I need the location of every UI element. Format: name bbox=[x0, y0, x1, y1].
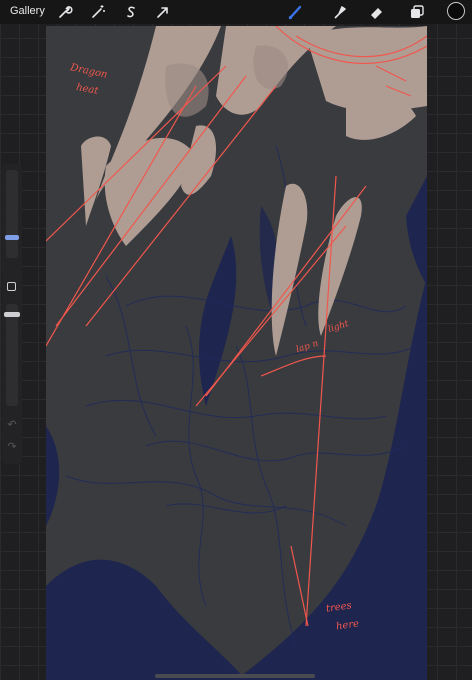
drawing-canvas[interactable]: Dragon heat lap n light trees here bbox=[46, 26, 427, 680]
beige-strokes bbox=[81, 26, 427, 356]
brush-icon[interactable] bbox=[287, 3, 305, 21]
smudge-icon[interactable] bbox=[330, 3, 348, 21]
magic-wand-icon[interactable] bbox=[89, 3, 107, 21]
modify-button[interactable] bbox=[7, 282, 16, 291]
top-toolbar: Gallery bbox=[0, 0, 472, 24]
layers-icon[interactable] bbox=[408, 3, 426, 21]
gallery-button[interactable]: Gallery bbox=[10, 5, 45, 17]
eraser-icon[interactable] bbox=[368, 3, 386, 21]
home-indicator bbox=[155, 674, 315, 678]
opacity-thumb[interactable] bbox=[4, 312, 20, 317]
wrench-icon[interactable] bbox=[56, 3, 74, 21]
color-picker-swatch[interactable] bbox=[447, 2, 465, 20]
opacity-slider[interactable] bbox=[4, 304, 20, 406]
navy-strokes bbox=[46, 176, 427, 680]
transform-arrow-icon[interactable] bbox=[154, 3, 172, 21]
brush-size-thumb[interactable] bbox=[5, 235, 19, 240]
undo-icon[interactable]: ↶ bbox=[5, 418, 19, 431]
left-sidebar: ↶ ↷ bbox=[2, 164, 22, 464]
brush-size-slider[interactable] bbox=[5, 170, 19, 258]
selection-s-icon[interactable] bbox=[122, 3, 140, 21]
redo-icon[interactable]: ↷ bbox=[5, 440, 19, 453]
artwork bbox=[46, 26, 427, 680]
